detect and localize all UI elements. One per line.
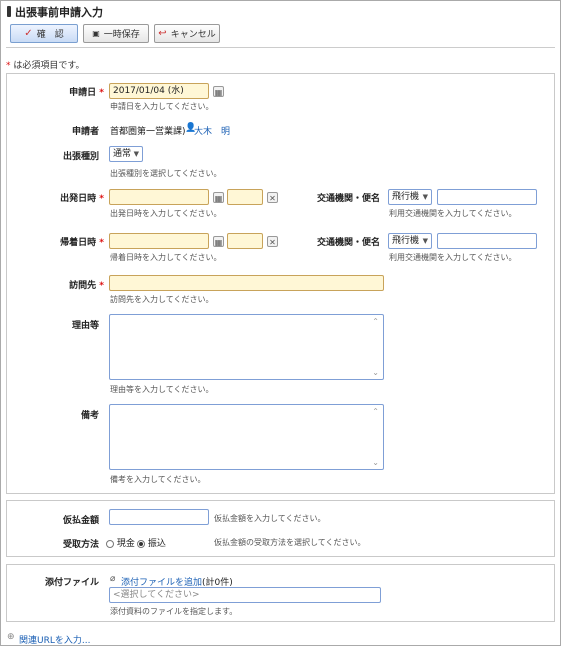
return-date-input[interactable]	[109, 233, 209, 249]
depart-transport-label: 交通機関・便名	[316, 194, 380, 204]
depart-flight-input[interactable]	[437, 189, 537, 205]
calendar-icon[interactable]: ▦	[213, 236, 224, 247]
reason-label: 理由等	[71, 321, 99, 331]
applicant-name-link[interactable]: 大木 明	[194, 124, 230, 137]
destination-hint: 訪問先を入力してください。	[110, 295, 214, 304]
return-transport-label: 交通機関・便名	[316, 238, 380, 248]
return-flight-input[interactable]	[437, 233, 537, 249]
title-marker	[7, 6, 11, 17]
applicant-dept: 首都圏第一営業課)	[110, 127, 186, 137]
depart-time-input[interactable]	[227, 189, 263, 205]
return-time-input[interactable]	[227, 233, 263, 249]
advance-label: 仮払金額	[62, 516, 99, 526]
undo-icon: ↩	[158, 28, 167, 39]
trip-type-select[interactable]: 通常 ▼	[109, 146, 143, 162]
method-option-transfer[interactable]: 振込	[137, 536, 166, 549]
advance-hint: 仮払金額を入力してください。	[214, 514, 326, 523]
check-icon: ✓	[24, 28, 33, 39]
calendar-icon[interactable]: ▦	[213, 192, 224, 203]
paperclip-icon: ⌀	[110, 574, 116, 584]
destination-label: 訪問先 *	[69, 281, 104, 291]
scroll-down-icon: ⌄	[372, 368, 379, 377]
save-icon: ▣	[92, 29, 100, 38]
cancel-button[interactable]: ↩ キャンセル	[154, 24, 220, 43]
notes-textarea[interactable]: ⌃ ⌄	[109, 404, 384, 470]
method-option-cash[interactable]: 現金	[106, 536, 135, 549]
cancel-button-label: キャンセル	[170, 30, 216, 40]
depart-date-input[interactable]	[109, 189, 209, 205]
chevron-down-icon: ▼	[133, 150, 139, 158]
applicant-label: 申請者	[71, 127, 99, 137]
depart-transport-hint: 利用交通機関を入力してください。	[389, 209, 517, 218]
scroll-up-icon: ⌃	[372, 317, 379, 326]
clear-icon[interactable]: ✕	[267, 192, 278, 203]
related-url-link[interactable]: 関連URLを入力...	[19, 633, 90, 646]
apply-date-label: 申請日 *	[69, 88, 104, 98]
reason-hint: 理由等を入力してください。	[110, 385, 214, 394]
advance-input[interactable]	[109, 509, 209, 525]
apply-date-input[interactable]: 2017/01/04 (水)	[109, 83, 209, 99]
notes-hint: 備考を入力してください。	[110, 475, 206, 484]
destination-input[interactable]	[109, 275, 384, 291]
trip-type-hint: 出張種別を選択してください。	[110, 169, 222, 178]
reason-textarea[interactable]: ⌃ ⌄	[109, 314, 384, 380]
method-label: 受取方法	[62, 540, 99, 550]
calendar-icon[interactable]: ▦	[213, 86, 224, 97]
circle-plus-icon: ⊕	[7, 632, 15, 642]
trip-type-label: 出張種別	[62, 152, 99, 162]
page-title: 出張事前申請入力	[15, 6, 103, 19]
temp-save-button[interactable]: ▣ 一時保存	[83, 24, 149, 43]
required-note: * は必須項目です。	[6, 61, 85, 71]
chevron-down-icon: ▼	[422, 237, 428, 245]
depart-label: 出発日時 *	[60, 194, 104, 204]
radio-transfer[interactable]	[137, 539, 145, 548]
attachment-hint: 添付資料のファイルを指定します。	[110, 607, 238, 616]
method-hint: 仮払金額の受取方法を選択してください。	[214, 538, 366, 547]
depart-hint: 出発日時を入力してください。	[110, 209, 222, 218]
depart-transport-select[interactable]: 飛行機 ▼	[388, 189, 432, 205]
return-transport-select[interactable]: 飛行機 ▼	[388, 233, 432, 249]
apply-date-hint: 申請日を入力してください。	[110, 102, 214, 111]
scroll-up-icon: ⌃	[372, 407, 379, 416]
temp-save-button-label: 一時保存	[103, 30, 140, 40]
return-label: 帰着日時 *	[60, 238, 104, 248]
return-hint: 帰着日時を入力してください。	[110, 253, 222, 262]
toolbar-divider	[6, 47, 555, 48]
return-transport-hint: 利用交通機関を入力してください。	[389, 253, 517, 262]
notes-label: 備考	[80, 411, 99, 421]
chevron-down-icon: ▼	[422, 193, 428, 201]
attachment-label: 添付ファイル	[44, 578, 99, 588]
radio-cash[interactable]	[106, 539, 114, 548]
scroll-down-icon: ⌄	[372, 458, 379, 467]
confirm-button-label: 確 認	[36, 30, 64, 40]
attachment-select[interactable]: <選択してください>	[109, 587, 381, 603]
confirm-button[interactable]: ✓ 確 認	[10, 24, 78, 43]
clear-icon[interactable]: ✕	[267, 236, 278, 247]
